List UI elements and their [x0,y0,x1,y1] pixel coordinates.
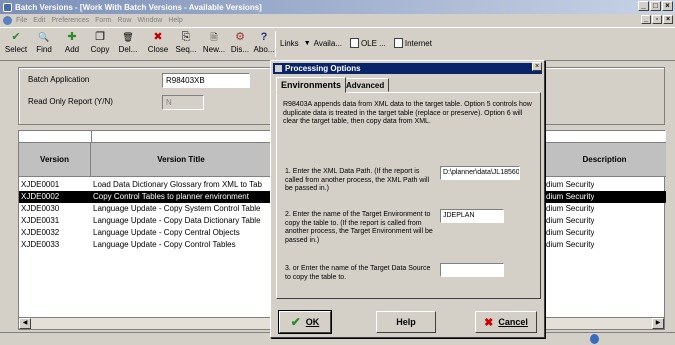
add-icon: ✚ [67,31,77,43]
option1-text: 1. Enter the XML Data Path. (If the repo… [285,168,430,192]
sequence-icon: ⎘ [181,31,191,43]
about-button[interactable]: ? Abo... [250,30,278,56]
checkmark-icon: ✔ [11,31,21,43]
row-description: dium Security [546,204,595,213]
document-icon [393,38,403,48]
tab-advanced[interactable]: Advanced [341,78,390,92]
dialog-title: Processing Options [285,64,361,73]
close-button[interactable]: ✖ Close [144,30,172,56]
menu-file[interactable]: File [16,17,27,24]
find-button[interactable]: 🔍 Find [30,30,58,56]
child-close-button[interactable]: × [663,15,673,24]
link-ole[interactable]: OLE ... [361,39,386,48]
row-version: XJDE0030 [21,204,60,213]
row-description: dium Security [546,228,595,237]
link-availa[interactable]: Availa... [314,39,342,48]
new-icon: 🗎 [210,32,218,42]
row-title: Language Update - Copy System Control Ta… [93,204,261,213]
add-button[interactable]: ✚ Add [58,30,86,56]
column-description[interactable]: Description [544,143,664,177]
select-button[interactable]: ✔ Select [2,30,30,56]
row-title: Language Update - Copy Central Objects [93,228,240,237]
batch-application-label: Batch Application [28,75,90,84]
maximize-button[interactable]: □ [650,1,661,11]
new-button[interactable]: 🗎 New... [200,30,228,56]
cancel-button[interactable]: ✖ Cancel [475,311,537,333]
links-bar: Links ▼ Availa... OLE ... Internet [280,38,432,48]
menu-row[interactable]: Row [117,17,131,24]
menu-help[interactable]: Help [168,17,182,24]
menu-bar: File Edit Preferences Form Row Window He… [0,14,675,26]
minimize-button[interactable]: _ [638,1,649,11]
processing-options-dialog: Processing Options × Environments Advanc… [270,60,545,338]
globe-icon [590,334,599,344]
tab-environments[interactable]: Environments [276,77,347,93]
window-titlebar: Batch Versions - [Work With Batch Versio… [0,0,675,14]
menu-edit[interactable]: Edit [33,17,45,24]
row-title: Load Data Dictionary Glossary from XML t… [93,180,262,189]
environments-tab-panel: R98403A appends data from XML data to th… [276,92,541,299]
chevron-down-icon[interactable]: ▼ [304,40,311,47]
toolbar-separator [275,31,276,57]
window-title: Batch Versions - [Work With Batch Versio… [15,2,262,12]
menu-preferences[interactable]: Preferences [51,17,89,24]
row-version: XJDE0002 [21,192,60,201]
intro-text: R98403A appends data from XML data to th… [283,101,532,125]
row-description: dium Security [546,180,595,189]
read-only-label: Read Only Report (Y/N) [28,97,113,106]
row-version: XJDE0001 [21,180,60,189]
child-minimize-button[interactable]: _ [641,15,651,24]
read-only-field[interactable]: N [162,95,204,110]
scroll-right-icon[interactable]: ▶ [652,318,664,329]
option3-text: 3. or Enter the name of the Target Data … [285,265,431,281]
menu-form[interactable]: Form [95,17,111,24]
ok-button[interactable]: ✔ OK [278,310,332,334]
links-label: Links [280,38,299,48]
target-data-source-field[interactable] [440,263,504,277]
close-icon: ✖ [153,31,163,43]
find-icon: 🔍 [38,32,50,42]
row-title: Copy Control Tables to planner environme… [93,192,249,201]
close-window-button[interactable]: × [662,1,673,11]
copy-button[interactable]: ❐ Copy [86,30,114,56]
link-internet[interactable]: Internet [405,39,432,48]
dialog-close-button[interactable]: × [532,62,542,71]
help-button[interactable]: Help [376,311,436,333]
row-title: Language Update - Copy Control Tables [93,240,236,249]
window-controls: _ □ × [638,1,673,11]
menu-window[interactable]: Window [137,17,162,24]
dialog-app-icon [275,65,282,72]
column-version-title[interactable]: Version Title [91,143,271,177]
mdi-icon [3,15,12,25]
row-title: Language Update - Copy Data Dictionary T… [93,216,261,225]
checkmark-icon: ✔ [290,315,301,329]
row-description: dium Security [546,240,595,249]
about-icon: ? [260,31,268,43]
row-description: dium Security [546,216,595,225]
scroll-left-icon[interactable]: ◀ [19,318,31,329]
cancel-x-icon: ✖ [484,316,494,329]
xml-path-field[interactable]: D:\planner\data\JL18560 [440,166,520,180]
child-window-controls: _ ▫ × [641,15,673,24]
target-environment-field[interactable]: JDEPLAN [440,209,504,223]
row-version: XJDE0031 [21,216,60,225]
toolbar: ✔ Select 🔍 Find ✚ Add ❐ Copy 🗑 Del... ✖ Close … [0,27,675,61]
delete-icon: 🗑 [122,32,134,42]
column-version[interactable]: Version [19,143,91,177]
option2-text: 2. Enter the name of the Target Environm… [285,211,433,244]
delete-button[interactable]: 🗑 Del... [114,30,142,56]
row-version: XJDE0033 [21,240,60,249]
copy-icon: ❐ [95,31,105,43]
app-icon [3,2,12,12]
row-description: dium Security [546,192,595,201]
document-icon [349,38,359,48]
row-version: XJDE0032 [21,228,60,237]
sequence-button[interactable]: ⎘ Seq... [172,30,200,56]
batch-application-field[interactable]: R98403XB [162,73,250,88]
child-restore-button[interactable]: ▫ [652,15,662,24]
dialog-titlebar: Processing Options [273,63,542,74]
